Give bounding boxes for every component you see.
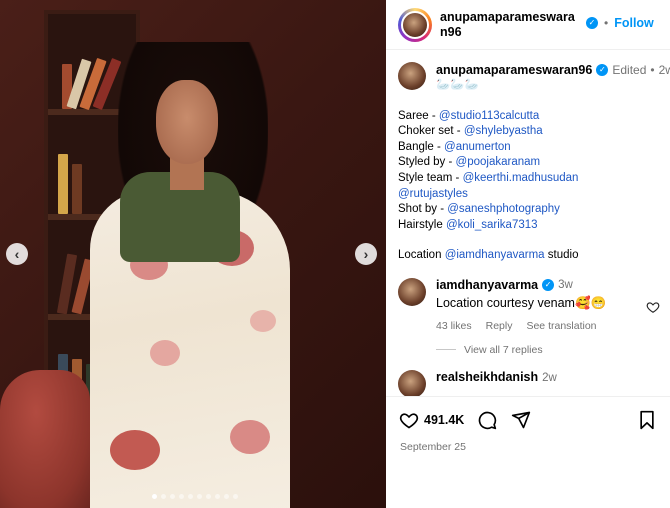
carousel-dot bbox=[224, 494, 229, 499]
chevron-right-icon[interactable]: › bbox=[355, 243, 377, 265]
caption-line: @rutujastyles bbox=[398, 187, 670, 203]
carousel-dot bbox=[197, 494, 202, 499]
caption-location: Location @iamdhanyavarma studio bbox=[398, 249, 579, 262]
caption-line: Saree - @studio113calcutta bbox=[398, 109, 540, 122]
carousel-dot bbox=[161, 494, 166, 499]
caption-username[interactable]: anupamaparameswaran96 bbox=[436, 63, 592, 78]
caption-line: Shot by - @saneshphotography bbox=[398, 203, 560, 216]
caption-mention[interactable]: @koli_sarika7313 bbox=[446, 219, 538, 231]
comment-text: Location courtesy venam🥰😁 bbox=[436, 295, 607, 310]
carousel-dot bbox=[152, 494, 157, 499]
comments-area[interactable]: anupamaparameswaran96 ✓ Edited • 2w 🦢🦢🦢 … bbox=[386, 50, 670, 396]
post-header: anupamaparameswaran96 ✓ • Follow bbox=[386, 0, 670, 50]
caption-mention[interactable]: @studio113calcutta bbox=[439, 110, 539, 122]
post-date: September 25 bbox=[400, 441, 466, 453]
bookmark-icon[interactable] bbox=[636, 409, 658, 431]
carousel-dot bbox=[206, 494, 211, 499]
edited-label: Edited bbox=[612, 63, 647, 77]
author-username[interactable]: anupamaparameswaran96 bbox=[440, 10, 580, 40]
caption-mention[interactable]: @poojakaranam bbox=[456, 156, 541, 168]
caption-emoji: 🦢🦢🦢 bbox=[436, 79, 479, 91]
comment: realsheikhdanish 2w bbox=[386, 356, 670, 396]
send-icon[interactable] bbox=[510, 409, 532, 431]
comment-username[interactable]: realsheikhdanish bbox=[436, 370, 538, 385]
carousel-dot bbox=[179, 494, 184, 499]
caption-credits: Saree - @studio113calcutta Choker set - @… bbox=[398, 109, 670, 234]
see-translation-button[interactable]: See translation bbox=[526, 320, 596, 332]
caption-avatar[interactable] bbox=[398, 62, 426, 90]
follow-button[interactable]: Follow bbox=[614, 16, 654, 30]
carousel-dot bbox=[215, 494, 220, 499]
model-face bbox=[156, 80, 218, 164]
carousel-dot bbox=[233, 494, 238, 499]
carousel-dot bbox=[188, 494, 193, 499]
carousel-dot bbox=[170, 494, 175, 499]
comment-likes[interactable]: 43 likes bbox=[436, 320, 472, 332]
commenter-avatar[interactable] bbox=[398, 369, 426, 396]
caption-mention[interactable]: @keerthi.madhusudan bbox=[463, 172, 579, 184]
caption-mention[interactable]: @rutujastyles bbox=[398, 188, 468, 200]
heart-icon[interactable] bbox=[398, 409, 420, 431]
caption-line: Bangle - @anumerton bbox=[398, 140, 511, 153]
commenter-avatar[interactable] bbox=[398, 277, 426, 306]
caption-age: 2w bbox=[658, 63, 670, 77]
like-count[interactable]: 491.4K bbox=[424, 413, 464, 427]
verified-icon: ✓ bbox=[596, 64, 609, 76]
sofa bbox=[0, 370, 90, 508]
view-replies-button[interactable]: View all 7 replies bbox=[436, 344, 658, 356]
caption-mention[interactable]: @shylebyastha bbox=[464, 125, 543, 137]
caption-mention[interactable]: @anumerton bbox=[444, 141, 511, 153]
location-mention[interactable]: @iamdhanyavarma bbox=[445, 249, 545, 261]
post-side-panel: anupamaparameswaran96 ✓ • Follow anupama… bbox=[386, 0, 670, 508]
caption-line: Choker set - @shylebyastha bbox=[398, 125, 543, 138]
comment-username[interactable]: iamdhanyavarma bbox=[436, 278, 538, 293]
post-actions: 491.4K September 25 bbox=[386, 396, 670, 508]
comment-age: 3w bbox=[558, 279, 573, 292]
caption-line: Hairstyle @koli_sarika7313 bbox=[398, 218, 538, 231]
caption-mention[interactable]: @saneshphotography bbox=[447, 203, 560, 215]
carousel-indicator bbox=[152, 494, 238, 499]
comment-like-icon[interactable] bbox=[646, 300, 660, 314]
caption-line: Styled by - @poojakaranam bbox=[398, 156, 541, 169]
comment-age: 2w bbox=[542, 371, 557, 384]
post-image[interactable]: ‹ › bbox=[0, 0, 386, 508]
verified-icon: ✓ bbox=[586, 17, 598, 29]
caption: anupamaparameswaran96 ✓ Edited • 2w 🦢🦢🦢 … bbox=[386, 50, 670, 264]
comment: iamdhanyavarma ✓ 3w Location courtesy ve… bbox=[386, 264, 670, 356]
chevron-left-icon[interactable]: ‹ bbox=[6, 243, 28, 265]
verified-icon: ✓ bbox=[542, 279, 555, 292]
caption-line: Style team - @keerthi.madhusudan bbox=[398, 171, 579, 184]
comment-icon[interactable] bbox=[476, 409, 498, 431]
author-avatar[interactable] bbox=[398, 7, 432, 42]
reply-button[interactable]: Reply bbox=[486, 320, 513, 332]
